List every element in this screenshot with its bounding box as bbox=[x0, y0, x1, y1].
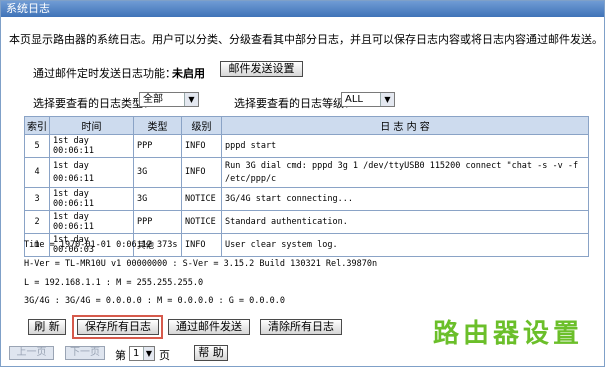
version-info: H-Ver = TL-MR10U v1 00000000 : S-Ver = 3… bbox=[24, 259, 378, 269]
cell-time: 1st day 00:06:11 bbox=[49, 187, 134, 211]
wan-info: 3G/4G : 3G/4G = 0.0.0.0 : M = 0.0.0.0 : … bbox=[24, 296, 285, 306]
mail-schedule-label: 通过邮件定时发送日志功能： bbox=[33, 67, 176, 80]
highlight-frame bbox=[72, 315, 163, 339]
chevron-down-icon: ▼ bbox=[380, 93, 394, 106]
log-type-label: 选择要查看的日志类型： bbox=[33, 97, 154, 110]
cell-type: 3G bbox=[133, 187, 182, 211]
system-time: Time = 1970-01-01 0:06:12 373s bbox=[24, 240, 178, 250]
chevron-down-icon: ▼ bbox=[143, 347, 154, 360]
column-header-time: 时间 bbox=[49, 116, 134, 135]
log-type-value: 全部 bbox=[143, 94, 163, 105]
next-page-button[interactable]: 下一页 bbox=[65, 346, 105, 360]
system-log-panel: 系统日志 本页显示路由器的系统日志。用户可以分类、分级查看其中部分日志，并且可以… bbox=[0, 0, 605, 367]
column-header-level: 级别 bbox=[181, 116, 222, 135]
mail-settings-button[interactable]: 邮件发送设置 bbox=[220, 61, 303, 77]
column-header-type: 类型 bbox=[133, 116, 182, 135]
cell-time: 1st day 00:06:11 bbox=[49, 134, 134, 158]
cell-index: 5 bbox=[24, 134, 50, 158]
cell-type: PPP bbox=[133, 210, 182, 234]
cell-time: 1st day 00:06:11 bbox=[49, 210, 134, 234]
send-by-mail-button[interactable]: 通过邮件发送 bbox=[168, 319, 250, 335]
table-row: 3 1st day 00:06:11 3G NOTICE 3G/4G start… bbox=[24, 187, 589, 211]
cell-content: Standard authentication. bbox=[221, 210, 589, 234]
prev-page-button[interactable]: 上一页 bbox=[9, 346, 54, 360]
chevron-down-icon: ▼ bbox=[184, 93, 198, 106]
column-header-index: 索引 bbox=[24, 116, 50, 135]
table-header-row: 索引 时间 类型 级别 日 志 内 容 bbox=[24, 116, 589, 135]
log-table: 索引 时间 类型 级别 日 志 内 容 5 1st day 00:06:11 P… bbox=[24, 116, 589, 257]
panel-title: 系统日志 bbox=[1, 1, 604, 17]
clear-all-logs-button[interactable]: 清除所有日志 bbox=[260, 319, 342, 335]
cell-content: 3G/4G start connecting... bbox=[221, 187, 589, 211]
cell-index: 3 bbox=[24, 187, 50, 211]
refresh-button[interactable]: 刷 新 bbox=[28, 319, 66, 335]
lan-info: L = 192.168.1.1 : M = 255.255.255.0 bbox=[24, 278, 204, 288]
table-row: 4 1st day 00:06:11 3G INFO Run 3G dial c… bbox=[24, 157, 589, 188]
cell-type: PPP bbox=[133, 134, 182, 158]
cell-content: User clear system log. bbox=[221, 233, 589, 257]
page-select[interactable]: 1 ▼ bbox=[129, 346, 155, 361]
page-value: 1 bbox=[133, 348, 140, 359]
cell-content: Run 3G dial cmd: pppd 3g 1 /dev/ttyUSB0 … bbox=[221, 157, 589, 188]
table-row: 5 1st day 00:06:11 PPP INFO pppd start bbox=[24, 134, 589, 158]
table-row: 2 1st day 00:06:11 PPP NOTICE Standard a… bbox=[24, 210, 589, 234]
mail-schedule-status: 未启用 bbox=[172, 67, 205, 80]
brand-watermark: 路由器设置 bbox=[433, 319, 584, 349]
log-type-select[interactable]: 全部 ▼ bbox=[139, 92, 199, 107]
cell-level: INFO bbox=[181, 157, 222, 188]
page-description: 本页显示路由器的系统日志。用户可以分类、分级查看其中部分日志，并且可以保存日志内… bbox=[9, 33, 603, 46]
help-button[interactable]: 帮 助 bbox=[194, 345, 228, 361]
page-prefix: 第 bbox=[115, 349, 126, 362]
cell-content: pppd start bbox=[221, 134, 589, 158]
cell-index: 2 bbox=[24, 210, 50, 234]
cell-level: INFO bbox=[181, 233, 222, 257]
cell-type: 3G bbox=[133, 157, 182, 188]
log-level-select[interactable]: ALL ▼ bbox=[341, 92, 395, 107]
cell-time: 1st day 00:06:11 bbox=[49, 157, 134, 188]
column-header-content: 日 志 内 容 bbox=[221, 116, 589, 135]
log-level-label: 选择要查看的日志等级： bbox=[234, 97, 355, 110]
cell-level: NOTICE bbox=[181, 187, 222, 211]
cell-index: 4 bbox=[24, 157, 50, 188]
cell-level: NOTICE bbox=[181, 210, 222, 234]
log-level-value: ALL bbox=[345, 94, 363, 105]
cell-level: INFO bbox=[181, 134, 222, 158]
page-suffix: 页 bbox=[159, 349, 170, 362]
